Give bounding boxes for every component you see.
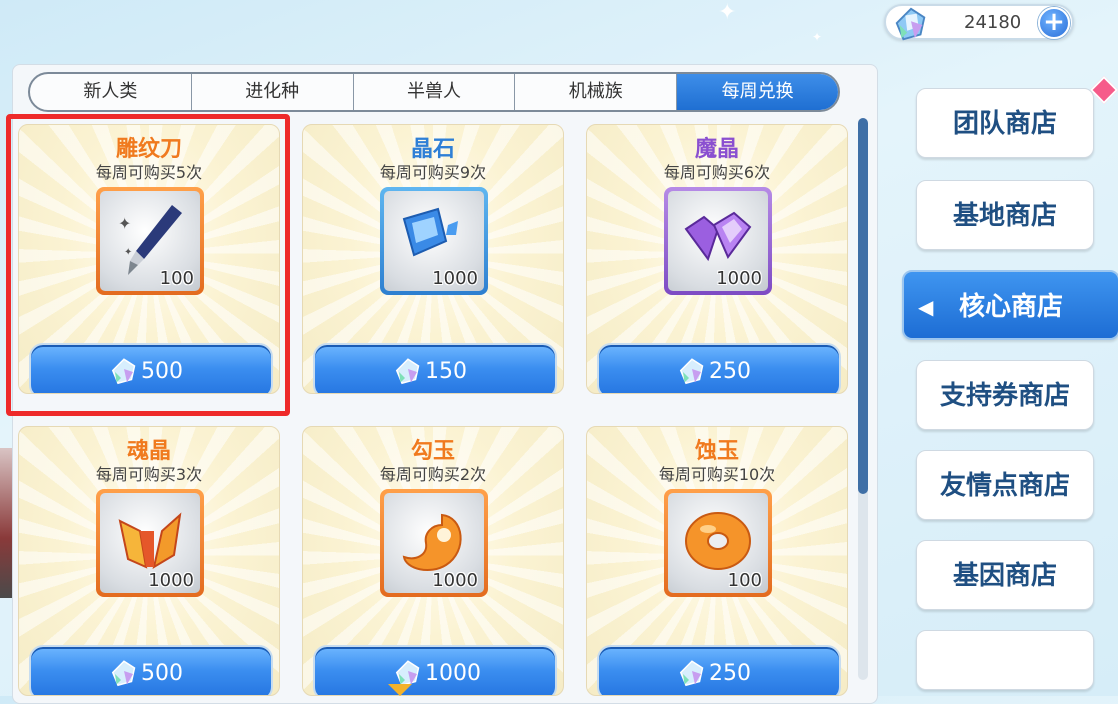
nav-gene-shop[interactable]: 基因商店	[916, 540, 1094, 610]
triangle-left-icon: ◀	[918, 295, 934, 319]
price: 1000	[425, 661, 481, 686]
tab-machine[interactable]: 机械族	[515, 74, 678, 110]
nav-more-shop[interactable]	[916, 630, 1094, 690]
nav-friendship-shop[interactable]: 友情点商店	[916, 450, 1094, 520]
tab-new-human[interactable]: 新人类	[30, 74, 192, 110]
price: 250	[709, 359, 751, 384]
jade-ring-icon	[685, 512, 751, 570]
crystal-gem-icon	[395, 358, 420, 385]
item-icon-frame: 100	[664, 489, 772, 597]
tab-weekly-exchange[interactable]: 每周兑换	[677, 74, 838, 110]
scrollbar-thumb[interactable]	[858, 118, 868, 494]
price: 250	[709, 661, 751, 686]
price: 500	[141, 661, 183, 686]
item-card-crystal-stone[interactable]: 晶石 每周可购买9次 1000 150	[302, 124, 564, 394]
item-quantity: 1000	[716, 268, 762, 289]
nav-core-shop[interactable]: ◀ 核心商店	[902, 270, 1118, 340]
purchase-limit: 每周可购买2次	[379, 465, 487, 484]
purchase-limit: 每周可购买3次	[95, 465, 203, 484]
blue-crystal-icon	[402, 207, 458, 257]
character-edge	[0, 448, 12, 598]
buy-button[interactable]: 1000	[313, 645, 557, 695]
item-icon-frame: 1000	[380, 187, 488, 295]
buy-button[interactable]: 150	[313, 343, 557, 393]
category-tabs: 新人类 进化种 半兽人 机械族 每周兑换	[28, 72, 840, 112]
buy-button[interactable]: 250	[597, 343, 841, 393]
item-card-magic-crystal[interactable]: 魔晶 每周可购买6次 1000 250	[586, 124, 848, 394]
nav-base-shop[interactable]: 基地商店	[916, 180, 1094, 250]
item-quantity: 1000	[432, 570, 478, 591]
crystal-gem-icon	[679, 358, 704, 385]
tab-beastman[interactable]: 半兽人	[354, 74, 516, 110]
magatama-icon	[402, 513, 462, 572]
item-quantity: 1000	[148, 570, 194, 591]
currency-amount: 24180	[964, 12, 1022, 33]
crystal-gem-icon	[679, 660, 704, 687]
nav-core-shop-label: 核心商店	[958, 292, 1063, 322]
purchase-limit: 每周可购买9次	[379, 163, 487, 182]
purple-crystal-icon	[684, 211, 752, 262]
buy-button[interactable]: 500	[29, 645, 273, 695]
plus-icon: +	[1043, 7, 1065, 37]
item-card-jade-ring[interactable]: 蚀玉 每周可购买10次 100 250	[586, 426, 848, 696]
buy-button[interactable]: 250	[597, 645, 841, 695]
crystal-gem-icon	[111, 660, 136, 687]
crystal-gem-icon	[895, 7, 926, 41]
item-card-soul-crystal[interactable]: 魂晶 每周可购买3次 1000 500	[18, 426, 280, 696]
item-icon-frame: 1000	[664, 187, 772, 295]
item-quantity: 100	[727, 570, 762, 591]
item-card-magatama[interactable]: 勾玉 每周可购买2次 1000 1000	[302, 426, 564, 696]
item-quantity: 1000	[432, 268, 478, 289]
soul-crystal-icon	[118, 512, 182, 570]
sparkle-icon: ✦	[718, 0, 737, 25]
price: 150	[425, 359, 467, 384]
purchase-limit: 每周可购买6次	[663, 163, 771, 182]
tab-evolved[interactable]: 进化种	[192, 74, 354, 110]
notification-badge-icon	[1089, 75, 1118, 105]
item-icon-frame: 1000	[96, 489, 204, 597]
add-currency-button[interactable]: +	[1038, 7, 1070, 39]
item-icon-frame: 1000	[380, 489, 488, 597]
selection-highlight	[6, 114, 290, 416]
currency-display: 24180 +	[884, 4, 1074, 41]
nav-team-shop[interactable]: 团队商店	[916, 88, 1094, 158]
purchase-limit: 每周可购买10次	[658, 465, 776, 484]
sparkle-icon: ✦	[812, 30, 823, 44]
nav-support-ticket-shop[interactable]: 支持券商店	[916, 360, 1094, 430]
scroll-down-arrow-icon[interactable]	[388, 684, 412, 696]
